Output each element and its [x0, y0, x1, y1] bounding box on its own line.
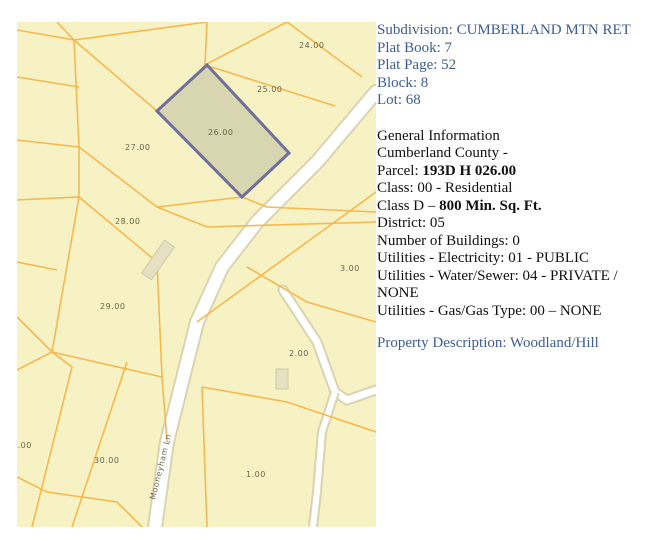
parcel-map[interactable]: 24.00 25.00 26.00 27.00 28.00 3.00 29.00…: [17, 22, 376, 527]
class-text: Class: 00 - Residential: [377, 180, 513, 196]
water-sewer-text: Utilities - Water/Sewer: 04 - PRIVATE / …: [377, 267, 618, 302]
parcel-row: Parcel: 193D H 026.00: [377, 163, 659, 181]
plat-page-link[interactable]: Plat Page: 52: [377, 57, 659, 75]
class-d-label: Class D –: [377, 197, 440, 214]
gas-text: Utilities - Gas/Gas Type: 00 – NONE: [377, 302, 602, 319]
lot-label-2: 2.00: [289, 349, 309, 358]
lot-label-3: 3.00: [340, 264, 360, 273]
general-info-heading: General Information: [377, 127, 500, 144]
building-2: [275, 368, 289, 390]
plat-book-link[interactable]: Plat Book: 7: [377, 40, 659, 58]
property-description: Property Description: Woodland/Hill: [377, 335, 599, 351]
parcel-map-canvas[interactable]: 24.00 25.00 26.00 27.00 28.00 3.00 29.00…: [17, 22, 376, 527]
lot-link[interactable]: Lot: 68: [377, 92, 659, 110]
class-d-value: 800 Min. Sq. Ft.: [439, 197, 542, 214]
county-text: Cumberland County -: [377, 145, 508, 161]
parcel-number: 193D H 026.00: [422, 162, 517, 179]
lot-label-25: 25.00: [257, 85, 282, 94]
lot-label-29: 29.00: [100, 302, 125, 311]
block-link[interactable]: Block: 8: [377, 75, 659, 93]
subdivision-link[interactable]: Subdivision: CUMBERLAND MTN RET: [377, 22, 659, 40]
lot-label-30: 30.00: [94, 456, 119, 465]
lot-label-27: 27.00: [125, 143, 150, 152]
district-text: District: 05: [377, 215, 445, 231]
parcel-info-panel: Subdivision: CUMBERLAND MTN RET Plat Boo…: [377, 22, 659, 353]
lot-label-28: 28.00: [115, 217, 140, 226]
lot-label-24: 24.00: [299, 41, 324, 50]
lot-label-partial-1: 1.00: [17, 441, 32, 450]
class-d-row: Class D – 800 Min. Sq. Ft.: [377, 198, 659, 216]
buildings-text: Number of Buildings: 0: [377, 232, 520, 249]
lot-label-26: 26.00: [208, 128, 233, 137]
electricity-text: Utilities - Electricity: 01 - PUBLIC: [377, 250, 590, 266]
parcel-label: Parcel:: [377, 162, 423, 179]
lot-label-1: 1.00: [246, 470, 266, 479]
